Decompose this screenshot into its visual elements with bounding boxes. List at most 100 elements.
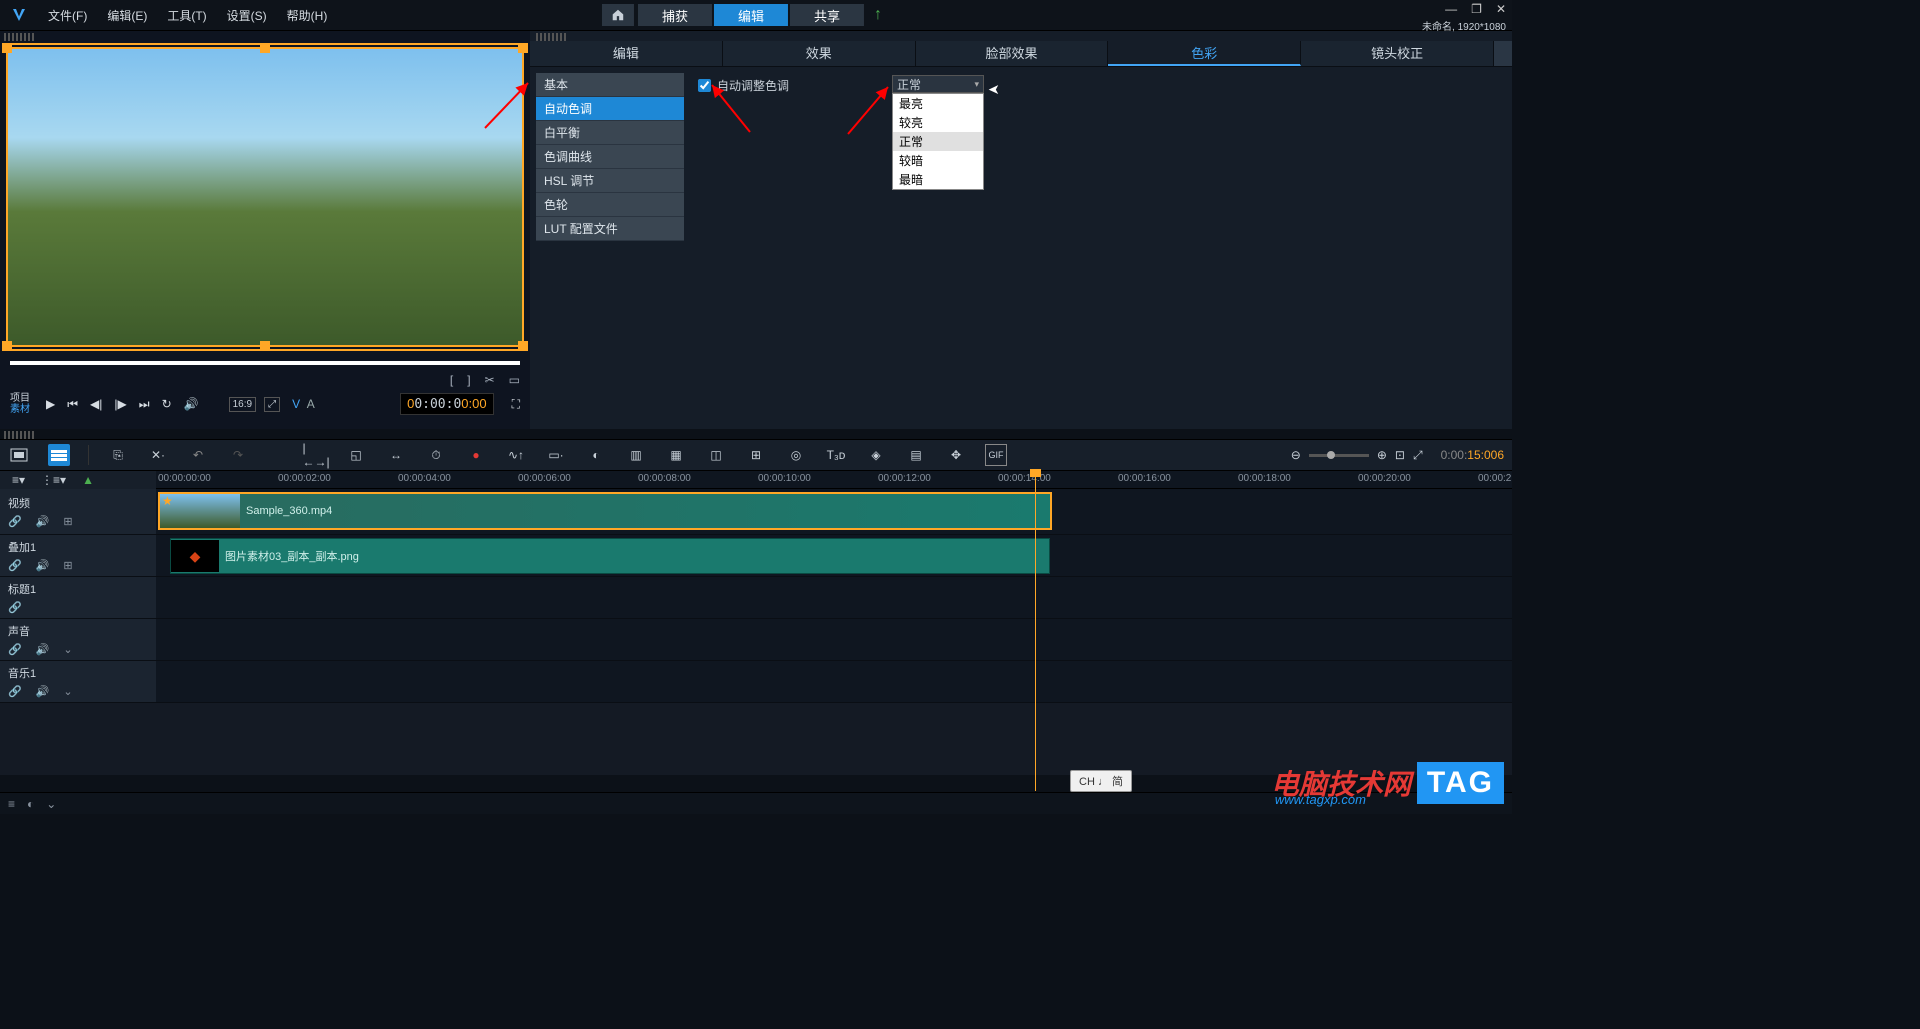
tool-stretch[interactable]: ↔ <box>385 444 407 466</box>
link-icon[interactable]: 🔗 <box>8 685 22 698</box>
resize-handle[interactable] <box>518 341 528 351</box>
tool-speed[interactable]: ⏱ <box>425 444 447 466</box>
fullscreen-button[interactable]: ⛶ <box>512 397 520 412</box>
mark-out-icon[interactable]: ] <box>467 373 470 387</box>
next-frame-button[interactable]: |▶ <box>114 397 126 411</box>
tab-capture[interactable]: 捕获 <box>638 4 712 26</box>
sideitem-whitebalance[interactable]: 白平衡 <box>536 121 684 145</box>
etab-effect[interactable]: 效果 <box>723 41 916 66</box>
link-icon[interactable]: 🔗 <box>8 643 22 656</box>
pane-grip[interactable] <box>4 33 34 41</box>
dropdown-option[interactable]: 较亮 <box>893 113 983 132</box>
tool-3dtext[interactable]: T₃ᴅ <box>825 444 847 466</box>
tool-ab[interactable]: ◐ <box>585 444 607 466</box>
tool-settings[interactable]: ✕· <box>147 444 169 466</box>
play-button[interactable]: ▶ <box>46 397 55 411</box>
menu-file[interactable]: 文件(F) <box>48 7 87 24</box>
tab-share[interactable]: 共享 <box>790 4 864 26</box>
tool-split[interactable]: ▤ <box>905 444 927 466</box>
video-clip[interactable]: ★ Sample_360.mp4 <box>158 492 1052 530</box>
tool-grid[interactable]: ▦ <box>665 444 687 466</box>
etab-color[interactable]: 色彩 <box>1108 41 1301 66</box>
clip-mode-label[interactable]: 素材 <box>10 404 30 415</box>
resize-handle[interactable] <box>2 341 12 351</box>
track-list-icon[interactable]: ⋮≡▾ <box>41 473 66 487</box>
zoom-slider[interactable] <box>1309 454 1369 457</box>
tool-select[interactable]: ◫ <box>705 444 727 466</box>
dropdown-option[interactable]: 最亮 <box>893 94 983 113</box>
track-lane[interactable] <box>156 577 1512 618</box>
volume-button[interactable]: 🔊 <box>184 397 199 411</box>
overlay-clip[interactable]: ◆ 图片素材03_副本_副本.png <box>170 538 1050 574</box>
track-head-video[interactable]: 视频 🔗🔊⊞ <box>0 489 156 534</box>
mute-icon[interactable]: 🔊 <box>36 643 50 656</box>
mute-icon[interactable]: 🔊 <box>36 515 50 528</box>
menu-help[interactable]: 帮助(H) <box>287 7 328 24</box>
dropdown-option[interactable]: 最暗 <box>893 170 983 189</box>
auto-adjust-checkbox[interactable] <box>698 79 711 92</box>
tool-mark[interactable]: |←→| <box>305 444 327 466</box>
track-lane[interactable] <box>156 619 1512 660</box>
track-lane[interactable] <box>156 661 1512 702</box>
track-lane[interactable]: ◆ 图片素材03_副本_副本.png <box>156 535 1512 576</box>
zoom-in-button[interactable]: ⊕ <box>1377 448 1387 462</box>
expand-icon[interactable]: ⤢ <box>264 397 280 412</box>
menu-tools[interactable]: 工具(T) <box>167 7 206 24</box>
tool-focus[interactable]: ◎ <box>785 444 807 466</box>
project-mode-label[interactable]: 项目 <box>10 393 30 404</box>
tool-copy[interactable]: ⎘ <box>107 444 129 466</box>
dropdown-selected[interactable]: 正常 <box>892 75 984 93</box>
intensity-dropdown[interactable]: 正常 最亮 较亮 正常 较暗 最暗 <box>892 75 984 190</box>
link-icon[interactable]: 🔗 <box>8 559 22 572</box>
storyboard-view-button[interactable] <box>8 444 30 466</box>
timeline-grip[interactable] <box>4 431 34 439</box>
fx-icon[interactable]: ⊞ <box>63 559 72 572</box>
track-menu-icon[interactable]: ≡▾ <box>12 473 25 487</box>
sideitem-basic[interactable]: 基本 <box>536 73 684 97</box>
status-icon[interactable]: ≡ <box>8 797 15 811</box>
link-icon[interactable]: 🔗 <box>8 515 22 528</box>
mute-icon[interactable]: 🔊 <box>36 685 50 698</box>
dropdown-option[interactable]: 正常 <box>893 132 983 151</box>
upload-icon[interactable]: ↑ <box>874 6 882 24</box>
tool-mask[interactable]: ◈ <box>865 444 887 466</box>
sideitem-lut[interactable]: LUT 配置文件 <box>536 217 684 241</box>
tool-camera[interactable]: ▭· <box>545 444 567 466</box>
tool-chapter[interactable]: ▥ <box>625 444 647 466</box>
tool-gif[interactable]: GIF <box>985 444 1007 466</box>
go-start-button[interactable]: ⏮ <box>67 397 78 412</box>
preview-timecode[interactable]: 000:00:00:000:00:00:00 <box>400 393 494 415</box>
resize-handle[interactable] <box>260 341 270 351</box>
track-head-music[interactable]: ♫ 音乐1 🔗🔊⌄ <box>0 661 156 702</box>
tool-motion[interactable]: ∿↑ <box>505 444 527 466</box>
status-icon[interactable]: ⌄ <box>46 797 56 811</box>
tool-crop[interactable]: ◱ <box>345 444 367 466</box>
link-icon[interactable]: 🔗 <box>8 601 22 614</box>
resize-handle[interactable] <box>518 43 528 53</box>
loop-button[interactable]: ↻ <box>162 397 172 411</box>
dropdown-option[interactable]: 较暗 <box>893 151 983 170</box>
mute-icon[interactable]: 🔊 <box>36 559 50 572</box>
track-head-overlay[interactable]: 叠加1 🔗🔊⊞ <box>0 535 156 576</box>
resize-handle[interactable] <box>260 43 270 53</box>
resize-handle[interactable] <box>2 43 12 53</box>
fit-button[interactable]: ⊡ <box>1395 448 1405 462</box>
etab-lens[interactable]: 镜头校正 <box>1301 41 1494 66</box>
zoom-out-button[interactable]: ⊖ <box>1291 448 1301 462</box>
preview-scrubber[interactable] <box>10 361 520 365</box>
tool-track[interactable]: ⊞ <box>745 444 767 466</box>
track-head-voice[interactable]: 🎤 声音 🔗🔊⌄ <box>0 619 156 660</box>
tool-pan[interactable]: ✥ <box>945 444 967 466</box>
tool-record[interactable]: ● <box>465 444 487 466</box>
redo-button[interactable]: ↷ <box>227 444 249 466</box>
go-end-button[interactable]: ⏭ <box>139 397 150 412</box>
zoom-full-button[interactable]: ⤢ <box>1413 448 1423 463</box>
prev-frame-button[interactable]: ◀| <box>90 397 102 411</box>
sideitem-autotone[interactable]: 自动色调 <box>536 97 684 121</box>
fx-icon[interactable]: ⊞ <box>63 515 72 528</box>
expand-icon[interactable]: ⌄ <box>63 643 72 656</box>
preview-viewport[interactable] <box>6 47 524 347</box>
timeline-playhead[interactable] <box>1035 471 1036 791</box>
expand-icon[interactable]: ⌄ <box>63 685 72 698</box>
timeline-view-button[interactable] <box>48 444 70 466</box>
